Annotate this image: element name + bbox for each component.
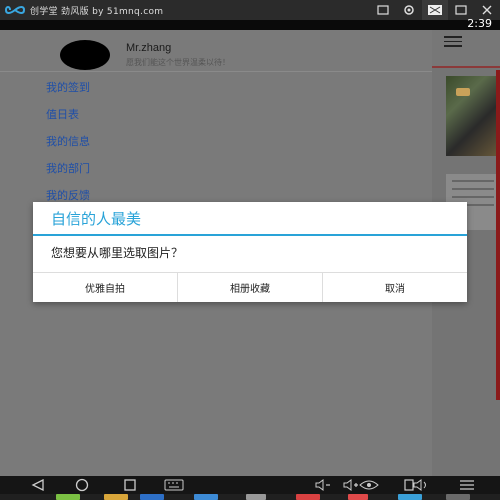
volume-icon[interactable]: [410, 477, 432, 493]
recent-apps-icon[interactable]: [120, 477, 140, 493]
album-button[interactable]: 相册收藏: [178, 273, 323, 302]
content-photo: [446, 76, 500, 156]
taskbar-app-icon[interactable]: [104, 494, 128, 500]
taskbar-app-icon[interactable]: [446, 494, 470, 500]
cancel-button[interactable]: 取消: [323, 273, 467, 302]
app-screen: Mr.zhang 愿我们能这个世界温柔以待！ 我的签到 值日表 我的信息 我的部…: [0, 30, 500, 476]
image-source-dialog: 自信的人最美 您想要从哪里选取图片？ 优雅自拍 相册收藏 取消: [33, 202, 467, 302]
hamburger-menu-icon[interactable]: [444, 36, 462, 50]
selfie-button[interactable]: 优雅自拍: [33, 273, 178, 302]
content-edge-accent: [496, 70, 500, 400]
user-motto: 愿我们能这个世界温柔以待！: [126, 58, 230, 67]
avatar[interactable]: [60, 40, 110, 70]
taskbar-app-icon[interactable]: [56, 494, 80, 500]
drawer-profile[interactable]: Mr.zhang 愿我们能这个世界温柔以待！: [0, 30, 432, 72]
status-bar: 2:39: [0, 17, 500, 30]
settings-gear-icon[interactable]: [396, 0, 422, 20]
keyboard-icon[interactable]: [162, 477, 186, 493]
taskbar-app-icon[interactable]: [296, 494, 320, 500]
drawer-menu: 我的签到 值日表 我的信息 我的部门 我的反馈: [46, 80, 90, 215]
dialog-title: 自信的人最美: [33, 202, 467, 236]
infinity-logo-icon: [4, 2, 26, 18]
back-icon[interactable]: [28, 477, 48, 493]
eye-icon[interactable]: [358, 477, 380, 493]
drawer-item-my-department[interactable]: 我的部门: [46, 161, 90, 188]
volume-down-icon[interactable]: [312, 477, 334, 493]
status-clock: 2:39: [467, 17, 492, 30]
taskbar-app-icon[interactable]: [348, 494, 368, 500]
user-name: Mr.zhang: [126, 42, 172, 54]
emulator-title-bar: 创学堂 劲风版 by 51mnq.com: [0, 0, 500, 20]
taskbar-app-icon[interactable]: [194, 494, 218, 500]
taskbar-app-icon[interactable]: [246, 494, 266, 500]
more-menu-icon[interactable]: [456, 477, 478, 493]
drawer-item-my-info[interactable]: 我的信息: [46, 134, 90, 161]
minimize-icon[interactable]: [422, 0, 448, 20]
host-taskbar: [0, 494, 500, 500]
window-title: 创学堂 劲风版 by 51mnq.com: [30, 6, 164, 17]
drawer-item-sign-in[interactable]: 我的签到: [46, 80, 90, 107]
drawer-item-duty-roster[interactable]: 值日表: [46, 107, 90, 134]
taskbar-app-icon[interactable]: [398, 494, 422, 500]
content-toolbar: [432, 30, 500, 68]
screenshot-icon[interactable]: [370, 0, 396, 20]
taskbar-app-icon[interactable]: [140, 494, 164, 500]
dialog-button-row: 优雅自拍 相册收藏 取消: [33, 272, 467, 302]
home-icon[interactable]: [72, 477, 92, 493]
dialog-message: 您想要从哪里选取图片？: [51, 246, 184, 260]
navigation-bar: [0, 476, 500, 494]
